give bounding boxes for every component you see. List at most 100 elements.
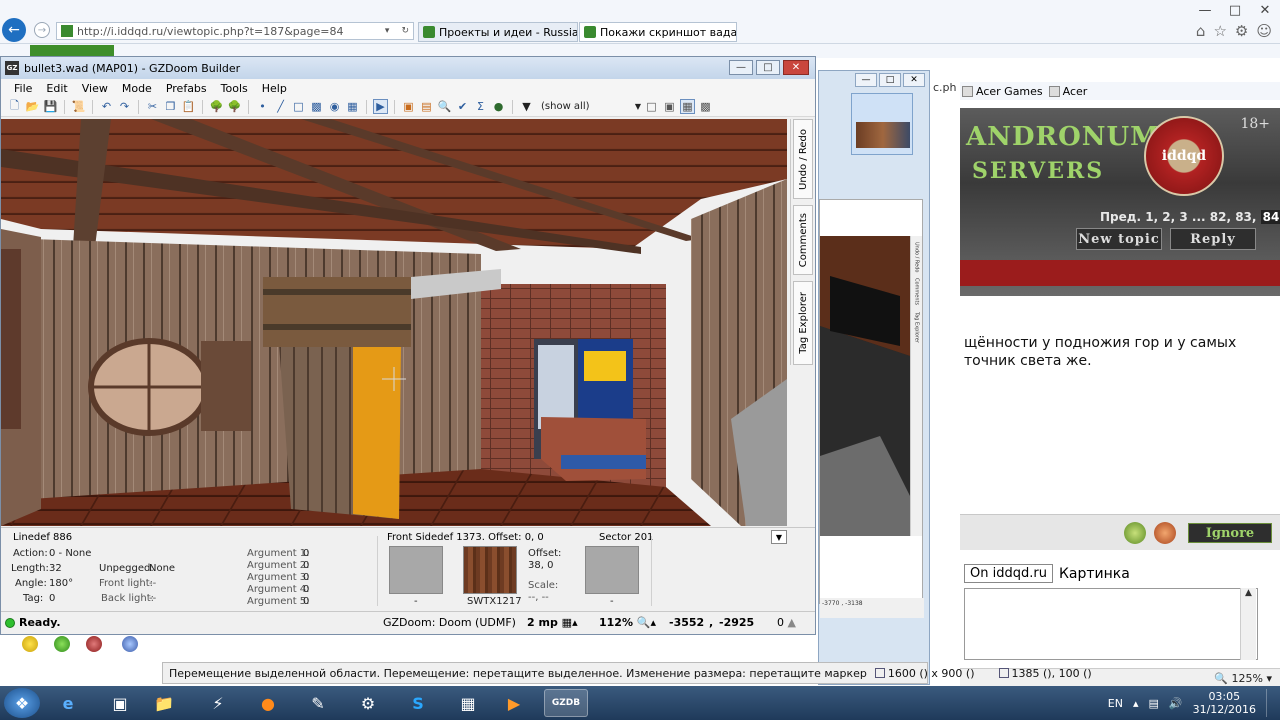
editor-taskbar-icon[interactable]: ✎: [296, 689, 340, 717]
lower-texture[interactable]: [585, 546, 639, 594]
ignore-button[interactable]: Ignore: [1188, 523, 1272, 543]
find-replace-icon[interactable]: 🔍: [437, 99, 452, 114]
browser-tab-projects[interactable]: Проекты и идеи - Russian Do...: [418, 22, 578, 42]
vertices-mode-icon[interactable]: •: [255, 99, 270, 114]
view-ceilings-icon[interactable]: ▩: [698, 99, 713, 114]
reply-tab-iddqd[interactable]: On iddqd.ru: [964, 564, 1053, 583]
linedefs-mode-icon[interactable]: ╱: [273, 99, 288, 114]
visual-mode-icon[interactable]: ◉: [327, 99, 342, 114]
forward-arrow-icon[interactable]: →: [34, 22, 50, 38]
model-render-icon[interactable]: ●: [491, 99, 506, 114]
smiley-icon[interactable]: [122, 636, 138, 652]
karma-up-icon[interactable]: [1124, 522, 1146, 544]
home-icon[interactable]: ⌂: [1196, 22, 1206, 40]
things-mode-icon[interactable]: ▩: [309, 99, 324, 114]
smiley-feedback-icon[interactable]: ☺: [1256, 22, 1272, 40]
menu-mode[interactable]: Mode: [115, 82, 159, 95]
open-map-icon[interactable]: 📂: [25, 99, 40, 114]
settings-gear-icon[interactable]: ⚙: [1235, 22, 1248, 40]
installer-taskbar-icon[interactable]: ▣: [98, 689, 142, 717]
back-arrow-icon[interactable]: ←: [2, 18, 26, 42]
zoom-icon[interactable]: 🔍▴: [637, 616, 656, 629]
menu-help[interactable]: Help: [255, 82, 294, 95]
menu-edit[interactable]: Edit: [39, 82, 74, 95]
address-dropdown-icon[interactable]: ▾: [381, 26, 394, 36]
close-icon[interactable]: ✕: [1250, 0, 1280, 20]
comments-tab[interactable]: Comments: [793, 205, 813, 275]
calculator-taskbar-icon[interactable]: ▦: [446, 689, 490, 717]
insert-prefab-icon[interactable]: 🌳: [209, 99, 224, 114]
warnings-count[interactable]: 0 ▲: [777, 616, 796, 629]
paste-icon[interactable]: 📋: [181, 99, 196, 114]
pagination-pages[interactable]: 1, 2, 3 ... 82, 83,: [1145, 210, 1256, 224]
winamp-taskbar-icon[interactable]: ⚡: [196, 689, 240, 717]
tag-explorer-tab[interactable]: Tag Explorer: [793, 281, 813, 365]
cut-icon[interactable]: ✂: [145, 99, 160, 114]
sectors-mode-icon[interactable]: □: [291, 99, 306, 114]
upper-texture[interactable]: [389, 546, 443, 594]
settings-taskbar-icon[interactable]: ⚙: [346, 689, 390, 717]
merge-geometry-icon[interactable]: ▣: [401, 99, 416, 114]
undo-redo-tab[interactable]: Undo / Redo: [793, 119, 813, 199]
redo-icon[interactable]: ↷: [117, 99, 132, 114]
menu-prefabs[interactable]: Prefabs: [159, 82, 214, 95]
pagination-prev[interactable]: Пред.: [1100, 210, 1141, 224]
visual-mode-viewport[interactable]: [1, 119, 787, 526]
browser-tab-screenshot[interactable]: Покажи скриншот вада, н... ✕: [579, 22, 737, 42]
minimize-icon[interactable]: —: [855, 73, 877, 87]
smiley-icon[interactable]: [54, 636, 70, 652]
karma-down-icon[interactable]: [1154, 522, 1176, 544]
copy-icon[interactable]: ❐: [163, 99, 178, 114]
new-topic-button[interactable]: New topic: [1076, 228, 1162, 250]
script-editor-icon[interactable]: 📜: [71, 99, 86, 114]
firefox-taskbar-icon[interactable]: ●: [246, 689, 290, 717]
reply-scrollbar[interactable]: ▲: [1240, 588, 1256, 660]
insert-previous-prefab-icon[interactable]: 🌳: [227, 99, 242, 114]
minimize-icon[interactable]: —: [1190, 0, 1220, 20]
close-icon[interactable]: ✕: [783, 60, 809, 75]
pagination[interactable]: Пред. 1, 2, 3 ... 82, 83, 84: [1100, 210, 1280, 224]
reply-button[interactable]: Reply: [1170, 228, 1256, 250]
image-thumbnail[interactable]: [851, 93, 913, 155]
favorite-acer-games[interactable]: Acer Games: [962, 85, 1043, 98]
save-map-icon[interactable]: 💾: [43, 99, 58, 114]
maximize-icon[interactable]: □: [756, 60, 780, 75]
show-desktop-button[interactable]: [1266, 689, 1274, 717]
info-panel-dropdown[interactable]: ▼: [771, 530, 787, 544]
undo-icon[interactable]: ↶: [99, 99, 114, 114]
menu-view[interactable]: View: [75, 82, 115, 95]
favorite-acer[interactable]: Acer: [1048, 85, 1087, 98]
ie-taskbar-icon[interactable]: e: [46, 689, 90, 717]
tag-statistics-icon[interactable]: Σ: [473, 99, 488, 114]
view-brightness-icon[interactable]: ▣: [662, 99, 677, 114]
new-map-icon[interactable]: 🗋: [7, 99, 22, 114]
menu-tools[interactable]: Tools: [214, 82, 255, 95]
close-icon[interactable]: ✕: [903, 73, 925, 87]
ie-zoom-level[interactable]: 🔍 125% ▾: [1214, 672, 1272, 685]
grid-size[interactable]: 2 mp ▦▴: [527, 616, 578, 629]
media-player-taskbar-icon[interactable]: ▶: [492, 689, 536, 717]
tray-expand-icon[interactable]: ▴: [1133, 697, 1139, 710]
refresh-icon[interactable]: ↻: [397, 26, 413, 36]
things-filter-dropdown[interactable]: (show all) ▼: [537, 99, 641, 115]
skype-taskbar-icon[interactable]: S: [396, 689, 440, 717]
clock[interactable]: 03:05 31/12/2016: [1193, 690, 1256, 716]
reply-textarea[interactable]: [964, 588, 1258, 660]
gzdb-taskbar-icon[interactable]: GZDB: [544, 689, 588, 717]
make-sector-icon[interactable]: ▦: [345, 99, 360, 114]
volume-icon[interactable]: 🔊: [1169, 697, 1183, 710]
view-normal-icon[interactable]: □: [644, 99, 659, 114]
network-icon[interactable]: ▤: [1148, 697, 1158, 710]
smiley-icon[interactable]: [22, 636, 38, 652]
menu-file[interactable]: File: [7, 82, 39, 95]
smiley-icon[interactable]: [86, 636, 102, 652]
middle-texture[interactable]: [463, 546, 517, 594]
view-floors-icon[interactable]: ▦: [680, 99, 695, 114]
favorites-star-icon[interactable]: ☆: [1213, 22, 1226, 40]
minimize-icon[interactable]: —: [729, 60, 753, 75]
reply-tab-picture[interactable]: Картинка: [1059, 566, 1130, 582]
language-indicator[interactable]: EN: [1108, 697, 1123, 710]
snap-to-grid-icon[interactable]: ▤: [419, 99, 434, 114]
address-url[interactable]: http://i.iddqd.ru/viewtopic.php?t=187&pa…: [77, 25, 377, 38]
start-button[interactable]: ❖: [4, 688, 40, 718]
